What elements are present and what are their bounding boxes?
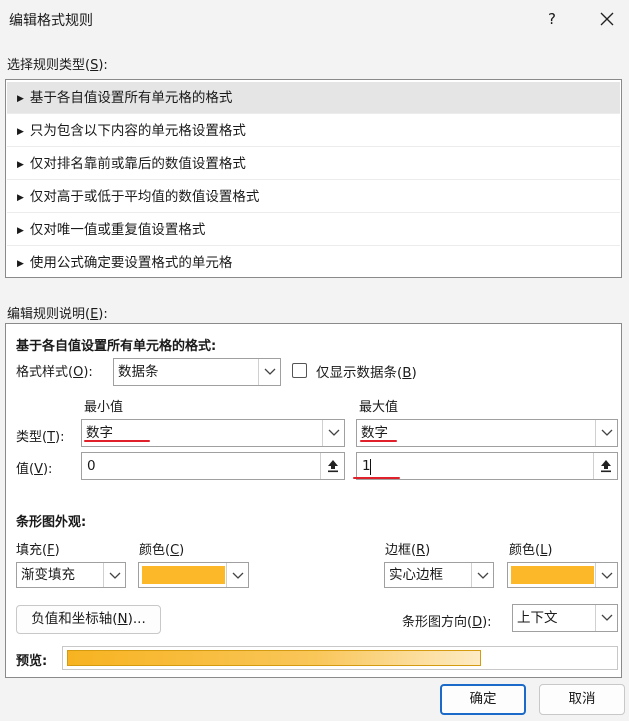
preview-data-bar [67, 650, 481, 666]
close-icon [600, 12, 614, 26]
chevron-down-icon [109, 572, 121, 579]
dialog-title: 编辑格式规则 [9, 13, 93, 29]
max-type-select[interactable]: 数字 [356, 419, 618, 447]
dropdown-button[interactable] [322, 420, 344, 446]
chevron-down-icon [328, 429, 340, 436]
chevron-down-icon [477, 572, 489, 579]
dropdown-button[interactable] [471, 563, 493, 587]
fill-color-picker[interactable] [138, 562, 249, 588]
fill-label: 填充(F) [16, 543, 60, 558]
fill-select[interactable]: 渐变填充 [16, 562, 126, 588]
rule-type-label: 选择规则类型(S): [7, 58, 108, 73]
chevron-down-icon [601, 614, 613, 621]
dropdown-button[interactable] [595, 605, 617, 631]
show-bar-only-checkbox[interactable] [292, 363, 307, 378]
range-select-button[interactable] [593, 453, 617, 479]
triangle-right-icon: ▶ [17, 160, 24, 170]
rule-type-item[interactable]: ▶ 基于各自值设置所有单元格的格式 [7, 82, 620, 114]
chevron-down-icon [264, 368, 276, 375]
bar-direction-label: 条形图方向(D): [402, 615, 492, 630]
rule-type-item[interactable]: ▶ 使用公式确定要设置格式的单元格 [7, 247, 620, 279]
bar-direction-select[interactable]: 上下文 [512, 604, 618, 632]
annotation-underline [360, 440, 397, 442]
chevron-down-icon [232, 572, 244, 579]
min-value-input[interactable]: 0 [81, 452, 345, 480]
rule-type-list: ▶ 基于各自值设置所有单元格的格式 ▶ 只为包含以下内容的单元格设置格式 ▶ 仅对排名… [5, 79, 622, 278]
ok-button[interactable]: 确定 [440, 684, 526, 715]
dropdown-button[interactable] [258, 359, 280, 385]
triangle-right-icon: ▶ [17, 226, 24, 236]
range-select-button[interactable] [320, 453, 344, 479]
help-button[interactable]: ? [541, 8, 563, 30]
cancel-button[interactable]: 取消 [539, 684, 625, 715]
rule-type-item[interactable]: ▶ 仅对高于或低于平均值的数值设置格式 [7, 181, 620, 213]
rule-type-item[interactable]: ▶ 仅对唯一值或重复值设置格式 [7, 214, 620, 246]
title-bar [0, 0, 629, 40]
format-style-label: 格式样式(O): [16, 365, 93, 380]
dropdown-button[interactable] [595, 563, 617, 587]
triangle-right-icon: ▶ [17, 127, 24, 137]
text-cursor [370, 459, 371, 475]
close-button[interactable] [596, 8, 618, 30]
max-value-input[interactable]: 1 [356, 452, 618, 480]
collapse-dialog-icon [601, 460, 611, 473]
color-swatch [511, 566, 594, 584]
chevron-down-icon [601, 572, 613, 579]
annotation-underline [353, 477, 400, 479]
dropdown-button[interactable] [226, 563, 248, 587]
dropdown-button[interactable] [103, 563, 125, 587]
max-header: 最大值 [359, 400, 399, 415]
preview-box [62, 646, 618, 670]
triangle-right-icon: ▶ [17, 94, 24, 104]
preview-label: 预览: [16, 654, 48, 669]
collapse-dialog-icon [328, 460, 338, 473]
description-heading: 基于各自值设置所有单元格的格式: [16, 339, 217, 354]
border-color-label: 颜色(L) [509, 543, 553, 558]
triangle-right-icon: ▶ [17, 259, 24, 269]
color-swatch [142, 566, 225, 584]
value-label: 值(V): [16, 462, 53, 477]
rule-type-item[interactable]: ▶ 仅对排名靠前或靠后的数值设置格式 [7, 148, 620, 180]
border-select[interactable]: 实心边框 [384, 562, 494, 588]
rule-type-item[interactable]: ▶ 只为包含以下内容的单元格设置格式 [7, 115, 620, 147]
fill-color-label: 颜色(C) [139, 543, 185, 558]
border-color-picker[interactable] [507, 562, 618, 588]
negative-axis-button[interactable]: 负值和坐标轴(N)... [16, 605, 161, 634]
chevron-down-icon [601, 429, 613, 436]
appearance-heading: 条形图外观: [16, 515, 87, 530]
show-bar-only-label: 仅显示数据条(B) [316, 365, 417, 381]
annotation-underline [84, 440, 150, 442]
dropdown-button[interactable] [595, 420, 617, 446]
min-type-select[interactable]: 数字 [81, 419, 345, 447]
type-label: 类型(T): [16, 430, 65, 445]
border-label: 边框(R) [385, 543, 431, 558]
rule-description-label: 编辑规则说明(E): [7, 307, 108, 322]
triangle-right-icon: ▶ [17, 193, 24, 203]
format-style-select[interactable]: 数据条 [113, 358, 281, 386]
min-header: 最小值 [84, 400, 124, 415]
